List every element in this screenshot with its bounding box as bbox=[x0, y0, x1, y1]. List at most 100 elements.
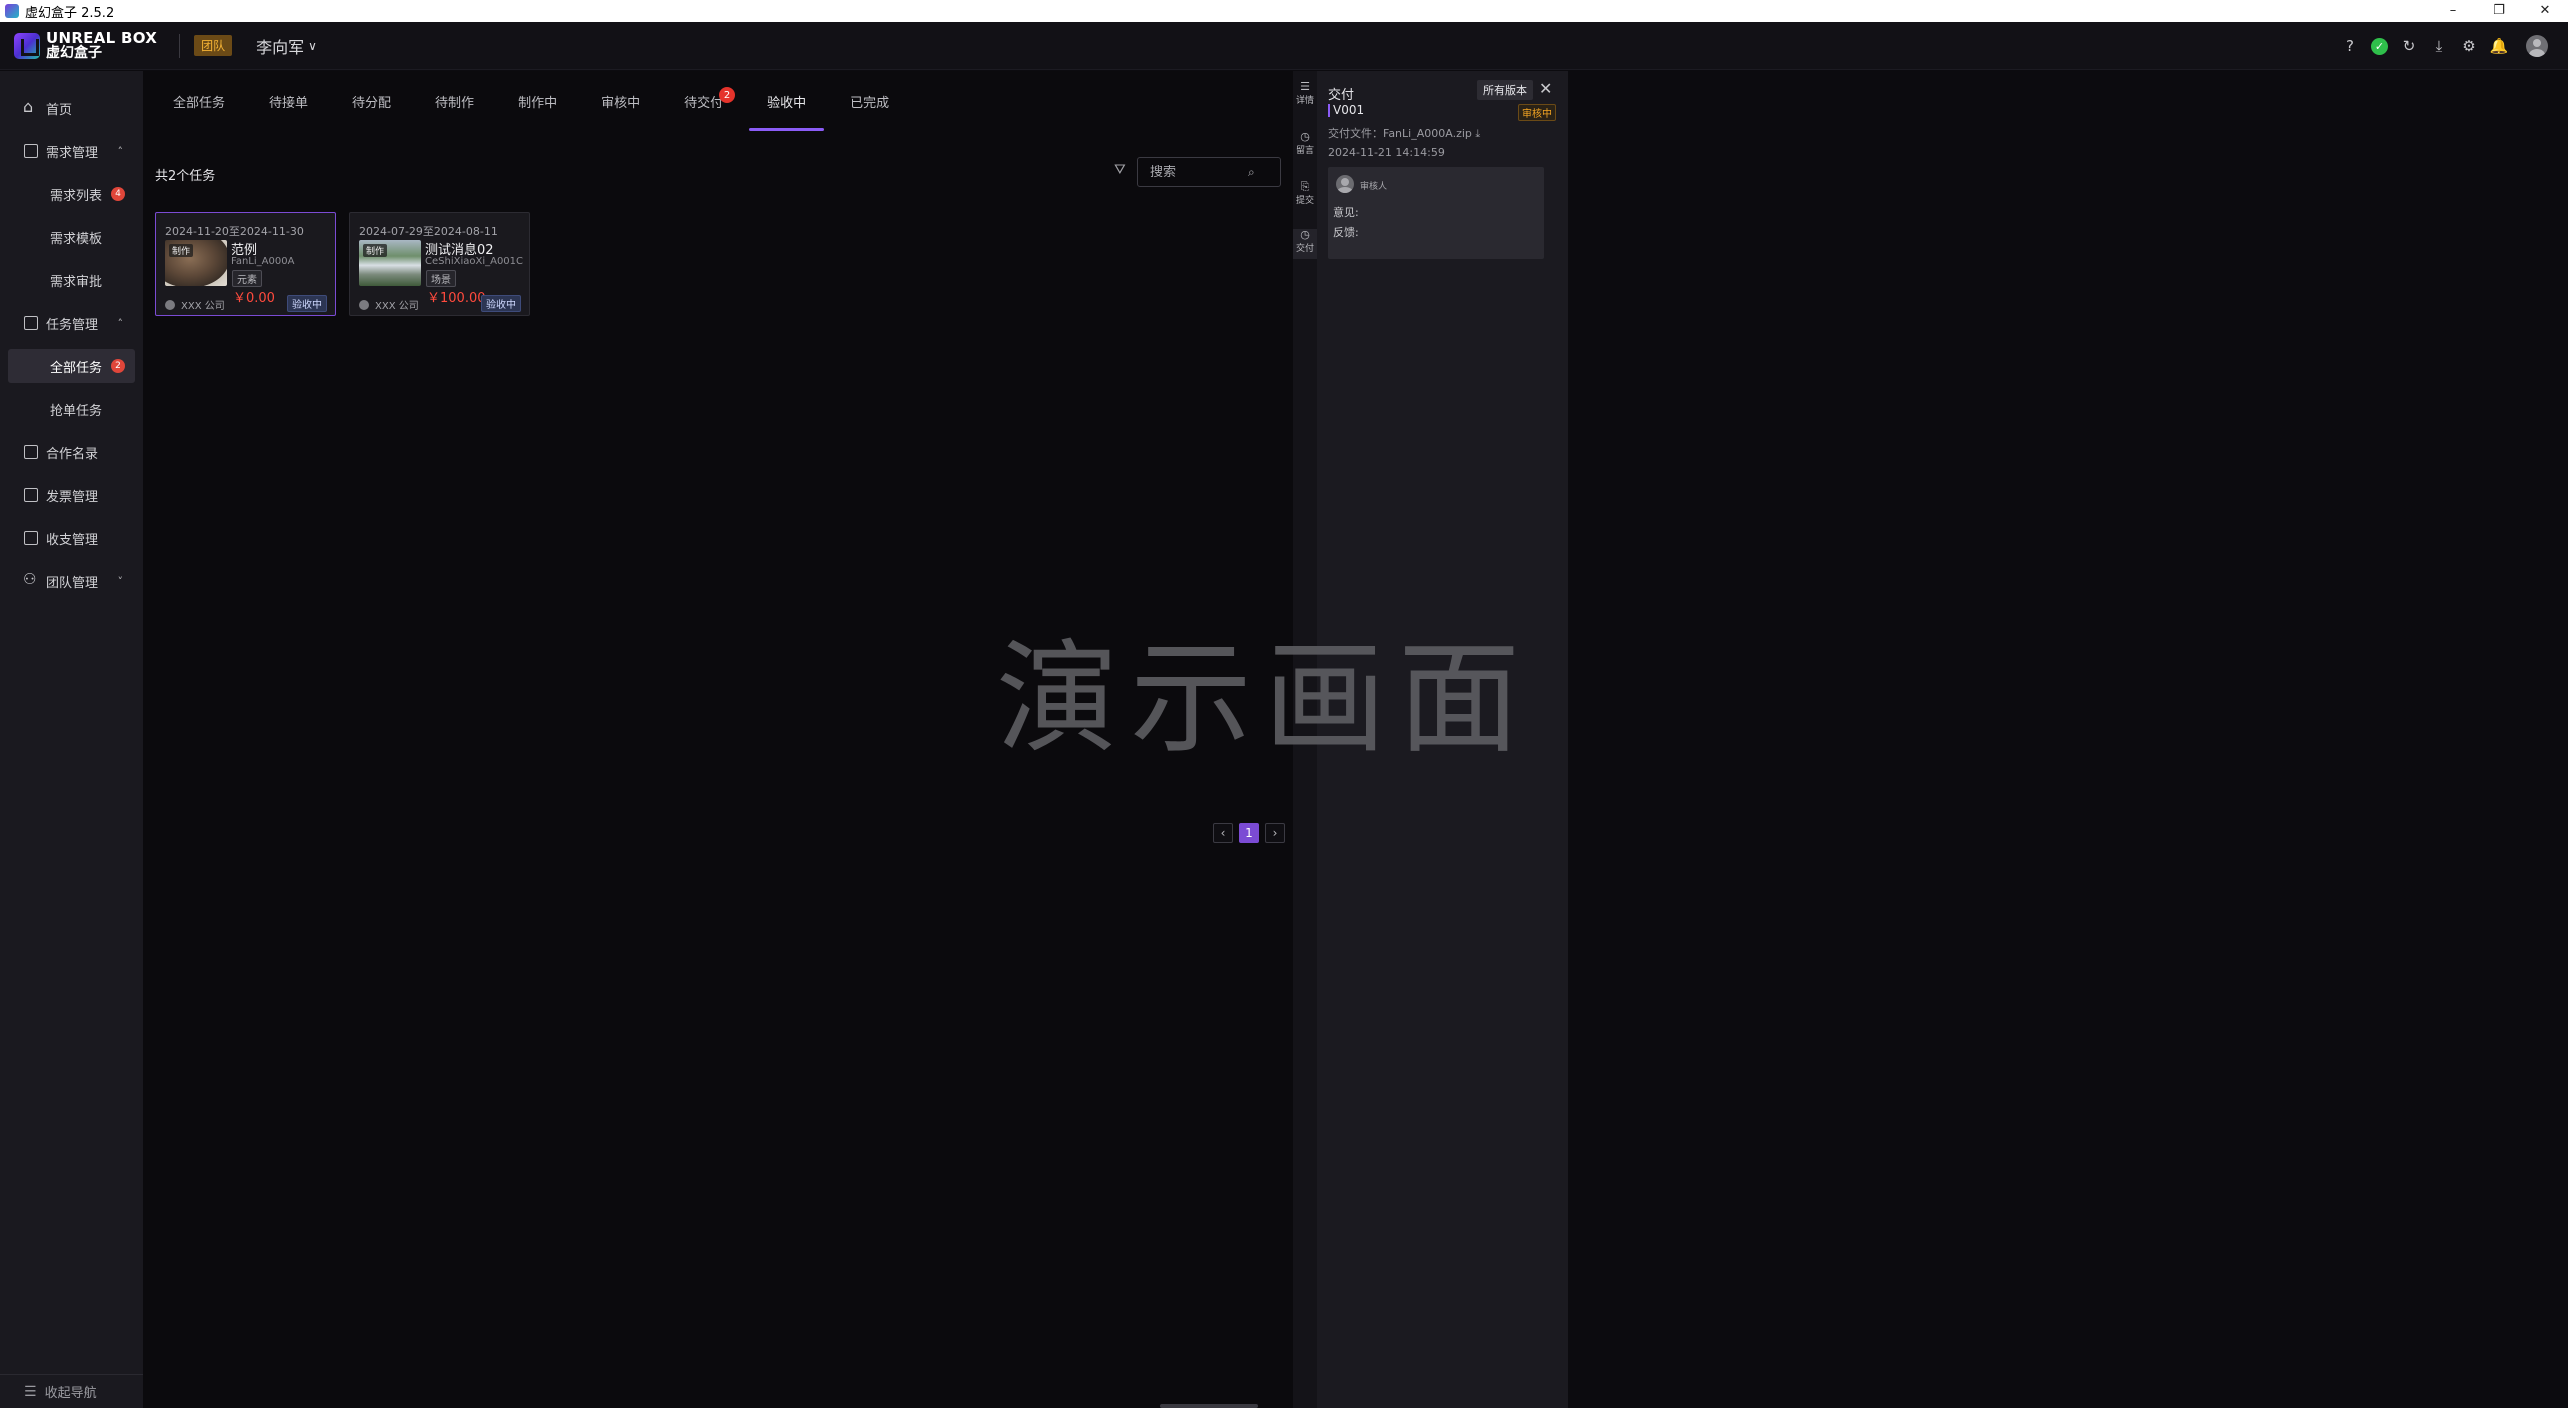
collapse-nav-button[interactable]: ☰ 收起导航 bbox=[0, 1374, 143, 1408]
sidebar-item-label: 需求模板 bbox=[50, 231, 103, 247]
divider bbox=[179, 33, 181, 58]
next-page-button[interactable]: › bbox=[1265, 823, 1285, 843]
task-card[interactable]: 2024-11-20至2024-11-30 制作 范例 FanLi_A000A … bbox=[155, 212, 336, 316]
sidebar-item-home[interactable]: 首页 bbox=[8, 91, 135, 125]
sidebar-item-requirements[interactable]: 需求管理 ˄ bbox=[8, 134, 135, 168]
restore-button[interactable]: ❐ bbox=[2476, 0, 2522, 22]
tab-pending-delivery[interactable]: 待交付 2 bbox=[666, 71, 741, 131]
tab-pending-assign[interactable]: 待分配 bbox=[334, 71, 409, 131]
sidebar-item-label: 需求列表 bbox=[50, 188, 103, 204]
sidebar-item-requirement-template[interactable]: 需求模板 bbox=[8, 220, 135, 254]
clipboard-icon bbox=[24, 316, 38, 330]
tab-pending-accept[interactable]: 待接单 bbox=[251, 71, 326, 131]
avatar[interactable] bbox=[2526, 35, 2548, 57]
status-badge: 验收中 bbox=[481, 295, 521, 312]
rail-item-messages[interactable]: ◷ 留言 bbox=[1293, 131, 1317, 161]
settings-icon[interactable]: ⚙ bbox=[2460, 37, 2478, 55]
minimize-button[interactable]: – bbox=[2430, 0, 2476, 22]
search-input[interactable] bbox=[1138, 164, 1248, 180]
refresh-icon[interactable]: ↻ bbox=[2400, 37, 2418, 55]
sidebar-item-requirement-list[interactable]: 需求列表 4 bbox=[8, 177, 135, 211]
chevron-up-icon: ˄ bbox=[117, 316, 124, 330]
tab-all[interactable]: 全部任务 bbox=[155, 71, 243, 131]
feedback-label: 反馈: bbox=[1333, 226, 1359, 239]
task-type-tag: 制作 bbox=[363, 244, 388, 257]
rail-item-details[interactable]: ☰ 详情 bbox=[1293, 81, 1317, 111]
download-icon[interactable]: ⤓ bbox=[2430, 37, 2448, 55]
tab-label: 待分配 bbox=[352, 95, 392, 111]
task-date-range: 2024-07-29至2024-08-11 bbox=[359, 225, 498, 238]
task-type-tag: 制作 bbox=[169, 244, 194, 257]
sidebar-item-label: 首页 bbox=[46, 102, 73, 118]
wallet-icon bbox=[24, 531, 38, 545]
logo-text-en: UNREAL BOX bbox=[46, 28, 158, 47]
sidebar-item-team[interactable]: 团队管理 ˅ bbox=[8, 564, 135, 598]
tab-completed[interactable]: 已完成 bbox=[832, 71, 907, 131]
status-ok-icon[interactable]: ✓ bbox=[2371, 37, 2388, 55]
company-name: XXX 公司 bbox=[375, 301, 419, 312]
bell-icon[interactable]: 🔔 bbox=[2490, 37, 2509, 55]
sidebar-item-tasks[interactable]: 任务管理 ˄ bbox=[8, 306, 135, 340]
prev-page-button[interactable]: ‹ bbox=[1213, 823, 1233, 843]
rail-label: 交付 bbox=[1295, 244, 1314, 254]
contacts-icon bbox=[24, 445, 38, 459]
rail-item-submit[interactable]: ⎘ 提交 bbox=[1293, 181, 1317, 211]
count-badge: 4 bbox=[111, 187, 125, 201]
logo-text-cn: 虚幻盒子 bbox=[46, 44, 102, 61]
task-category: 场景 bbox=[426, 270, 456, 287]
horizontal-scrollbar[interactable] bbox=[1160, 1404, 1258, 1408]
logo[interactable]: UNREAL BOX 虚幻盒子 bbox=[14, 28, 158, 61]
panel-title: 交付 bbox=[1328, 88, 1355, 103]
page-button-current[interactable]: 1 bbox=[1239, 823, 1259, 843]
tab-pending-make[interactable]: 待制作 bbox=[417, 71, 492, 131]
task-code: CeShiXiaoXi_A001C bbox=[425, 256, 524, 267]
delivery-file-link[interactable]: 交付文件：FanLi_A000A.zip ⤓ bbox=[1328, 125, 1480, 141]
tab-in-review[interactable]: 审核中 bbox=[583, 71, 658, 131]
sidebar-item-grab-tasks[interactable]: 抢单任务 bbox=[8, 392, 135, 426]
close-icon[interactable]: ✕ bbox=[1539, 79, 1552, 98]
task-count: 共2个任务 bbox=[155, 169, 216, 184]
chevron-up-icon: ˄ bbox=[117, 144, 124, 158]
rail-label: 提交 bbox=[1295, 196, 1314, 206]
sidebar-item-label: 合作名录 bbox=[46, 446, 99, 462]
tab-label: 已完成 bbox=[850, 95, 890, 111]
sidebar-item-requirement-approval[interactable]: 需求审批 bbox=[8, 263, 135, 297]
close-window-button[interactable]: ✕ bbox=[2522, 0, 2568, 22]
search-box: ⌕ bbox=[1137, 157, 1281, 187]
user-switcher[interactable]: 李向军 ∨ bbox=[256, 34, 317, 58]
status-badge: 验收中 bbox=[287, 295, 327, 312]
rail-label: 留言 bbox=[1295, 146, 1314, 156]
rail-item-delivery[interactable]: ◷ 交付 bbox=[1293, 229, 1317, 259]
clock-icon: ◷ bbox=[1300, 228, 1310, 241]
sidebar-item-label: 需求管理 bbox=[46, 145, 99, 161]
sidebar-item-all-tasks[interactable]: 全部任务 2 bbox=[8, 349, 135, 383]
company-avatar bbox=[359, 299, 369, 310]
sidebar-item-partners[interactable]: 合作名录 bbox=[8, 435, 135, 469]
opinion-label: 意见: bbox=[1333, 206, 1359, 219]
tab-label: 全部任务 bbox=[173, 95, 226, 111]
search-icon[interactable]: ⌕ bbox=[1248, 165, 1255, 180]
task-thumbnail: 制作 bbox=[359, 240, 421, 286]
app-icon bbox=[5, 4, 19, 18]
tab-in-production[interactable]: 制作中 bbox=[500, 71, 575, 131]
demo-watermark: 演示画面 bbox=[996, 628, 1532, 770]
logo-mark-icon bbox=[14, 32, 40, 59]
sidebar-item-label: 任务管理 bbox=[46, 317, 99, 333]
delivery-time: 2024-11-21 14:14:59 bbox=[1328, 146, 1445, 159]
sidebar-item-finance[interactable]: 收支管理 bbox=[8, 521, 135, 555]
task-card[interactable]: 2024-07-29至2024-08-11 制作 测试消息02 CeShiXia… bbox=[349, 212, 530, 316]
sidebar-item-label: 抢单任务 bbox=[50, 403, 103, 419]
task-price: ￥0.00 bbox=[233, 291, 275, 306]
task-category: 元素 bbox=[232, 270, 262, 287]
sidebar-item-invoices[interactable]: 发票管理 bbox=[8, 478, 135, 512]
invoice-icon bbox=[24, 488, 38, 502]
help-icon[interactable]: ? bbox=[2341, 37, 2359, 55]
pagination: ‹ 1 › bbox=[1213, 823, 1285, 843]
all-versions-button[interactable]: 所有版本 bbox=[1477, 80, 1533, 100]
task-code: FanLi_A000A bbox=[231, 256, 295, 267]
window-title-bar: 虚幻盒子 2.5.2 – ❐ ✕ bbox=[0, 0, 2568, 22]
filter-icon[interactable]: ⛛ bbox=[1114, 162, 1132, 180]
user-name: 李向军 bbox=[256, 37, 305, 57]
rail-label: 详情 bbox=[1295, 96, 1314, 106]
tab-acceptance[interactable]: 验收中 bbox=[749, 71, 825, 131]
